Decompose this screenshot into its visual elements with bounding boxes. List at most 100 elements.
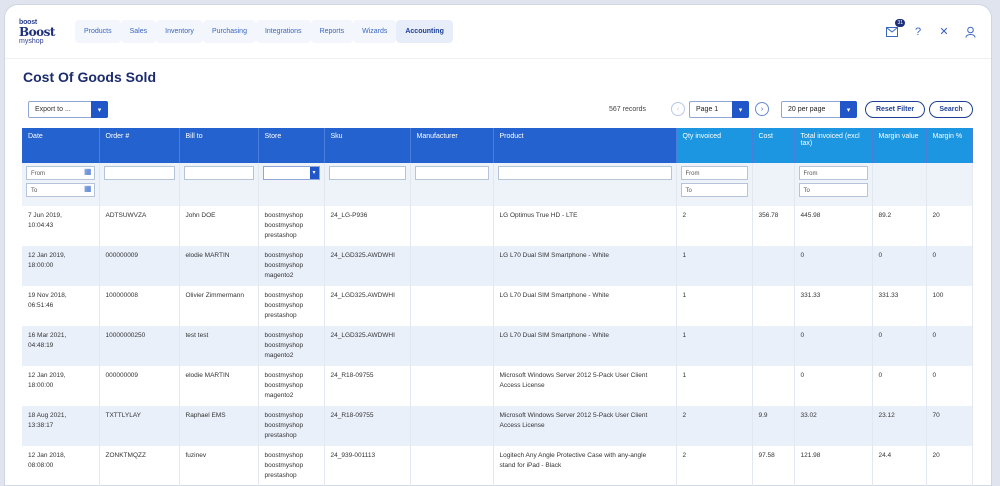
bill-to-cell: John DOE [179, 206, 259, 246]
date-from-input[interactable]: From ▦ [26, 166, 95, 180]
main-nav: Products Sales Inventory Purchasing Inte… [75, 20, 453, 43]
bill-to-cell: elodie MARTIN [179, 366, 259, 406]
nav-purchasing[interactable]: Purchasing [202, 20, 256, 43]
nav-reports[interactable]: Reports [310, 20, 354, 43]
previous-page-icon[interactable]: ‹ [671, 102, 685, 116]
chevron-down-icon[interactable]: ▾ [732, 101, 749, 118]
qty-cell: 1 [676, 366, 753, 406]
product-cell-line: LG L70 Dual SIM Smartphone - White [499, 332, 609, 339]
product-cell-line: LG Optimus True HD - LTE [499, 212, 578, 219]
col-date[interactable]: Date [22, 128, 100, 163]
manufacturer-filter-input[interactable] [414, 166, 489, 180]
chevron-down-icon[interactable]: ▾ [91, 101, 108, 118]
table-row[interactable]: 7 Jun 2019, 10:04:43 ADTSUWVZA John DOE boos… [22, 206, 973, 246]
col-margin-value[interactable]: Margin value [872, 128, 927, 163]
nav-inventory[interactable]: Inventory [156, 20, 203, 43]
date-cell-line: 04:48:19 [28, 341, 54, 349]
date-to-input[interactable]: To ▦ [26, 183, 95, 197]
date-cell-line: 10:04:43 [28, 221, 54, 229]
col-total-invoiced[interactable]: Total invoiced (excl tax) [794, 128, 873, 163]
margin-value-cell: 331.33 [872, 286, 927, 326]
nav-integrations[interactable]: Integrations [255, 20, 311, 43]
order-filter-input[interactable] [103, 166, 175, 180]
col-sku[interactable]: Sku [324, 128, 411, 163]
nav-products[interactable]: Products [75, 20, 121, 43]
store-cell: boostmyshop boostmyshop prestashop [258, 446, 325, 486]
export-select[interactable]: Export to ... ▾ [28, 101, 108, 118]
store-cell-line: prestashop [264, 471, 297, 479]
date-cell-line: 08:08:00 [28, 461, 54, 469]
nav-accounting[interactable]: Accounting [396, 20, 453, 43]
store-cell-line: boostmyshop [264, 252, 304, 259]
table-row[interactable]: 18 Aug 2021, 13:38:17 TXTTLYLAY Raphael EMS… [22, 406, 973, 446]
order-cell: TXTTLYLAY [99, 406, 180, 446]
help-icon[interactable]: ? [911, 25, 925, 39]
store-cell-line: boostmyshop [264, 341, 304, 349]
qty-from-input[interactable]: From [680, 166, 748, 180]
manufacturer-cell [410, 366, 494, 406]
date-cell-line: 12 Jan 2018, [28, 452, 66, 459]
product-filter-input[interactable] [497, 166, 672, 180]
calendar-icon[interactable]: ▦ [84, 168, 92, 176]
store-cell-line: magento2 [264, 271, 294, 279]
reset-filter-button[interactable]: Reset Filter [865, 101, 925, 118]
order-cell: 100000008 [99, 286, 180, 326]
store-filter-select[interactable]: ▾ [262, 166, 320, 180]
col-margin-pct[interactable]: Margin % [926, 128, 973, 163]
store-cell-line: boostmyshop [264, 261, 304, 269]
nav-wizards[interactable]: Wizards [353, 20, 397, 43]
nav-sales[interactable]: Sales [120, 20, 157, 43]
user-icon[interactable] [963, 25, 977, 39]
product-cell-line: LG L70 Dual SIM Smartphone - White [499, 252, 609, 259]
bill-to-cell: Raphael EMS [179, 406, 259, 446]
margin-pct-cell: 0 [926, 326, 973, 366]
total-from-input[interactable]: From [798, 166, 868, 180]
cost-cell: 356.78 [752, 206, 795, 246]
table-row[interactable]: 12 Jan 2019, 18:00:00 000000009 elodie MART… [22, 246, 973, 286]
total-to-input[interactable]: To [798, 183, 868, 197]
cost-cell [752, 286, 795, 326]
qty-cell: 1 [676, 246, 753, 286]
chevron-down-icon[interactable]: ▾ [840, 101, 857, 118]
search-button[interactable]: Search [929, 101, 973, 118]
page-select[interactable]: Page 1 ▾ [689, 101, 749, 118]
table-row[interactable]: 12 Jan 2018, 08:08:00 ZONKTMQZZ fuzinev boos… [22, 446, 973, 486]
qty-to-input[interactable]: To [680, 183, 748, 197]
calendar-icon[interactable]: ▦ [84, 185, 92, 193]
cost-cell [752, 246, 795, 286]
col-manufacturer[interactable]: Manufacturer [410, 128, 494, 163]
product-cell: LG Optimus True HD - LTE [493, 206, 677, 246]
store-cell-line: boostmyshop [264, 452, 304, 459]
date-cell: 18 Aug 2021, 13:38:17 [22, 406, 100, 446]
col-store[interactable]: Store [258, 128, 325, 163]
date-cell: 7 Jun 2019, 10:04:43 [22, 206, 100, 246]
table-row[interactable]: 16 Mar 2021, 04:48:19 10000000250 test test… [22, 326, 973, 366]
next-page-icon[interactable]: › [755, 102, 769, 116]
margin-value-cell: 89.2 [872, 206, 927, 246]
boostmyshop-logo[interactable]: boost Boost myshop [19, 17, 61, 47]
manufacturer-cell [410, 326, 494, 366]
col-qty-invoiced[interactable]: Qty invoiced [676, 128, 753, 163]
product-cell: LG L70 Dual SIM Smartphone - White [493, 326, 677, 366]
sku-cell: 24_LG-P936 [324, 206, 411, 246]
product-cell-line: LG L70 Dual SIM Smartphone - White [499, 292, 609, 299]
store-cell-line: boostmyshop [264, 221, 304, 229]
bill-to-filter-input[interactable] [183, 166, 254, 180]
top-icons: 31 ? ✕ [885, 18, 977, 39]
mail-icon[interactable]: 31 [885, 18, 905, 39]
qty-cell: 2 [676, 406, 753, 446]
date-cell: 19 Nov 2018, 06:51:46 [22, 286, 100, 326]
tools-icon[interactable]: ✕ [937, 25, 951, 39]
per-page-select[interactable]: 20 per page ▾ [781, 101, 857, 118]
table-row[interactable]: 19 Nov 2018, 06:51:46 100000008 Olivier Zim… [22, 286, 973, 326]
product-cell: Microsoft Windows Server 2012 5-Pack Use… [493, 406, 677, 446]
product-cell-line: Microsoft Windows Server 2012 5-Pack Use… [499, 372, 648, 379]
col-bill-to[interactable]: Bill to [179, 128, 259, 163]
col-cost[interactable]: Cost [752, 128, 795, 163]
col-product[interactable]: Product [493, 128, 677, 163]
store-cell-line: boostmyshop [264, 412, 304, 419]
table-row[interactable]: 12 Jan 2019, 18:00:00 000000009 elodie MART… [22, 366, 973, 406]
margin-pct-cell: 100 [926, 286, 973, 326]
sku-filter-input[interactable] [328, 166, 406, 180]
col-order[interactable]: Order # [99, 128, 180, 163]
